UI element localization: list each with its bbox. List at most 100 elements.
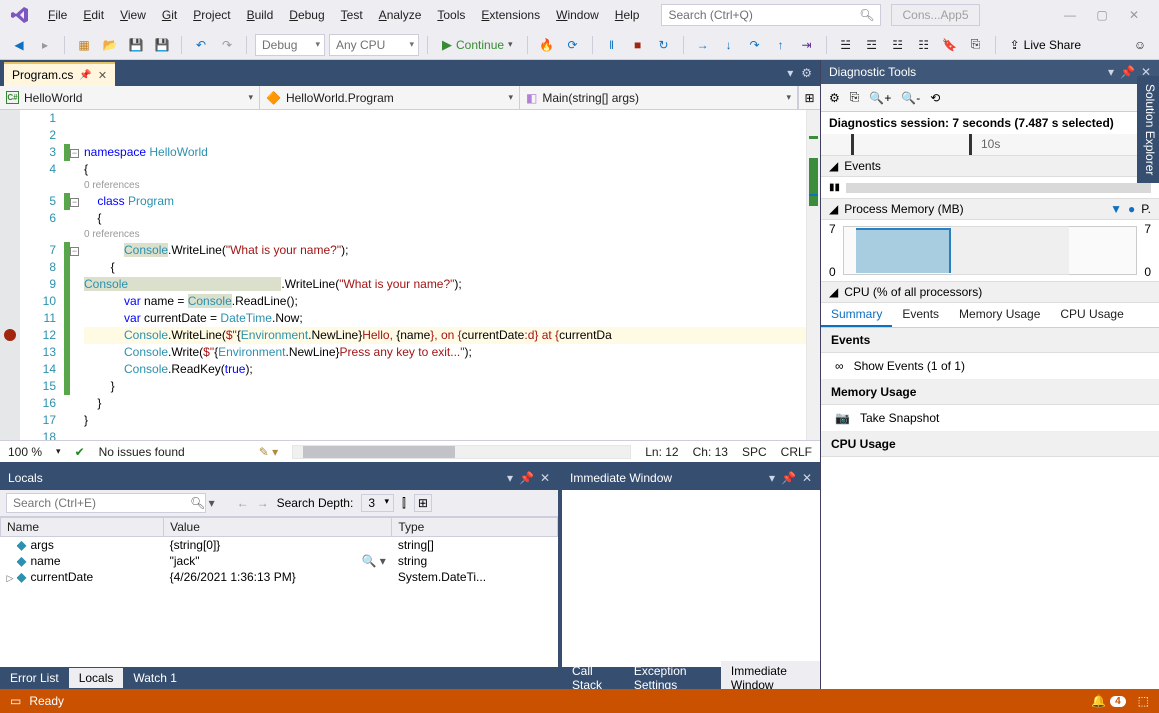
save-icon[interactable]: 💾 [125, 34, 147, 56]
bottom-tab-watch-1[interactable]: Watch 1 [123, 668, 187, 688]
notification-icon[interactable]: 🔔 [1091, 694, 1106, 708]
tree-view-icon[interactable]: ⊞ [414, 494, 432, 512]
configuration-combo[interactable]: Debug [255, 34, 325, 56]
locals-header[interactable]: Locals ▾📌✕ [0, 466, 558, 490]
immediate-header[interactable]: Immediate Window ▾📌✕ [562, 466, 820, 490]
tb-icon-1[interactable]: ☱ [835, 34, 857, 56]
forward-button[interactable]: ▸ [34, 34, 56, 56]
variable-row[interactable]: ▷currentDate{4/26/2021 1:36:13 PM}System… [1, 569, 558, 585]
locals-search-input[interactable] [6, 493, 206, 513]
fold-icon[interactable]: − [70, 149, 79, 158]
forward-icon[interactable]: → [257, 496, 269, 510]
reset-view-icon[interactable]: ⟲ [930, 91, 940, 105]
undo-icon[interactable]: ↶ [190, 34, 212, 56]
text-visualizer-icon[interactable]: 🔍 ▾ [362, 554, 386, 568]
zoom-out-icon[interactable]: 🔍- [901, 91, 920, 105]
continue-button[interactable]: ▶ Continue ▾ [436, 37, 519, 53]
tb-icon-3[interactable]: ☳ [887, 34, 909, 56]
code-editor[interactable]: 123456789101112131415161718 −−− namespac… [0, 110, 820, 440]
menu-debug[interactable]: Debug [281, 4, 332, 26]
take-snapshot-link[interactable]: 📷Take Snapshot [821, 405, 1159, 432]
diag-tab-events[interactable]: Events [892, 303, 949, 327]
menu-analyze[interactable]: Analyze [371, 4, 430, 26]
hot-reload-icon[interactable]: 🔥 [536, 34, 558, 56]
close-button[interactable]: ✕ [1125, 8, 1143, 22]
fold-icon[interactable]: − [70, 198, 79, 207]
line-indicator[interactable]: Ln: 12 [645, 445, 678, 459]
diag-tab-summary[interactable]: Summary [821, 303, 892, 327]
diag-tab-memory-usage[interactable]: Memory Usage [949, 303, 1050, 327]
menu-view[interactable]: View [112, 4, 154, 26]
publish-icon[interactable]: ⬚ [1138, 694, 1149, 708]
menu-test[interactable]: Test [333, 4, 371, 26]
member-combo[interactable]: ◧ Main(string[] args) [520, 86, 798, 109]
quick-launch-search[interactable]: Search (Ctrl+Q) 🔍︎ [661, 4, 881, 26]
menu-window[interactable]: Window [548, 4, 607, 26]
breakpoint-icon[interactable] [4, 329, 16, 341]
menu-extensions[interactable]: Extensions [473, 4, 548, 26]
save-all-icon[interactable]: 💾 [151, 34, 173, 56]
menu-file[interactable]: File [40, 4, 75, 26]
minimize-button[interactable]: — [1061, 8, 1079, 22]
menu-tools[interactable]: Tools [429, 4, 473, 26]
memory-section-header[interactable]: ◢ Process Memory (MB) ▼ ● P. [821, 199, 1159, 220]
step-into-icon[interactable]: ↓ [718, 34, 740, 56]
split-editor-icon[interactable]: ⊞ [798, 86, 820, 109]
variable-row[interactable]: args{string[0]}string[] [1, 537, 558, 554]
maximize-button[interactable]: ▢ [1093, 8, 1111, 22]
cpu-section-header[interactable]: ◢ CPU (% of all processors) [821, 282, 1159, 303]
pin-icon[interactable]: 📌 [781, 471, 796, 485]
solution-explorer-tab[interactable]: Solution Explorer [1137, 76, 1159, 183]
analyzer-icon[interactable]: ✎ ▾ [259, 445, 278, 459]
step-over-icon[interactable]: ↷ [744, 34, 766, 56]
menu-git[interactable]: Git [154, 4, 185, 26]
column-name[interactable]: Name [1, 518, 164, 537]
open-icon[interactable]: 📂 [99, 34, 121, 56]
close-icon[interactable]: ✕ [98, 69, 107, 82]
filter-icon[interactable]: ⫿ [402, 496, 406, 511]
project-combo[interactable]: C# HelloWorld [0, 86, 260, 109]
pause-icon[interactable]: ‖ [601, 34, 623, 56]
dropdown-icon[interactable]: ▾ [769, 471, 775, 485]
column-value[interactable]: Value [164, 518, 392, 537]
restart-icon[interactable]: ↻ [653, 34, 675, 56]
diag-tab-cpu-usage[interactable]: CPU Usage [1050, 303, 1133, 327]
zoom-level[interactable]: 100 % [8, 445, 42, 459]
tb-icon-4[interactable]: ☷ [913, 34, 935, 56]
dropdown-icon[interactable]: ▾ [787, 66, 793, 80]
gear-icon[interactable]: ⚙ [801, 66, 812, 80]
class-combo[interactable]: 🔶 HelloWorld.Program [260, 86, 520, 109]
run-to-click-icon[interactable]: ⇥ [796, 34, 818, 56]
eol-indicator[interactable]: CRLF [781, 445, 812, 459]
bookmark-icon[interactable]: 🔖 [939, 34, 961, 56]
step-out-icon[interactable]: ↑ [770, 34, 792, 56]
pin-icon[interactable]: 📌 [79, 70, 91, 81]
tb-icon-2[interactable]: ☲ [861, 34, 883, 56]
output-icon[interactable]: ▭ [10, 694, 21, 708]
feedback-icon[interactable]: ☺ [1129, 34, 1151, 56]
memory-chart[interactable]: 7 7 0 0 [821, 220, 1159, 282]
redo-icon[interactable]: ↷ [216, 34, 238, 56]
stop-icon[interactable]: ■ [627, 34, 649, 56]
back-button[interactable]: ◀ [8, 34, 30, 56]
events-section-header[interactable]: ◢ Events [821, 156, 1159, 177]
horizontal-scrollbar[interactable] [292, 445, 631, 459]
browser-link-icon[interactable]: ⟳ [562, 34, 584, 56]
diag-timeline[interactable]: 10s [821, 134, 1159, 156]
column-type[interactable]: Type [392, 518, 558, 537]
pin-icon[interactable]: 📌 [1120, 65, 1135, 79]
show-events-link[interactable]: ∞Show Events (1 of 1) [821, 353, 1159, 380]
pin-icon[interactable]: 📌 [519, 471, 534, 485]
menu-help[interactable]: Help [607, 4, 648, 26]
close-icon[interactable]: ✕ [802, 471, 812, 485]
indent-indicator[interactable]: SPC [742, 445, 767, 459]
select-tools-icon[interactable]: ⎘ [850, 90, 860, 105]
gear-icon[interactable]: ⚙ [829, 91, 840, 105]
dropdown-icon[interactable]: ▾ [507, 471, 513, 485]
bottom-tab-error-list[interactable]: Error List [0, 668, 69, 688]
tab-program-cs[interactable]: Program.cs 📌 ✕ [4, 62, 115, 86]
back-icon[interactable]: ← [237, 496, 249, 510]
menu-edit[interactable]: Edit [75, 4, 112, 26]
menu-project[interactable]: Project [185, 4, 238, 26]
menu-build[interactable]: Build [239, 4, 282, 26]
